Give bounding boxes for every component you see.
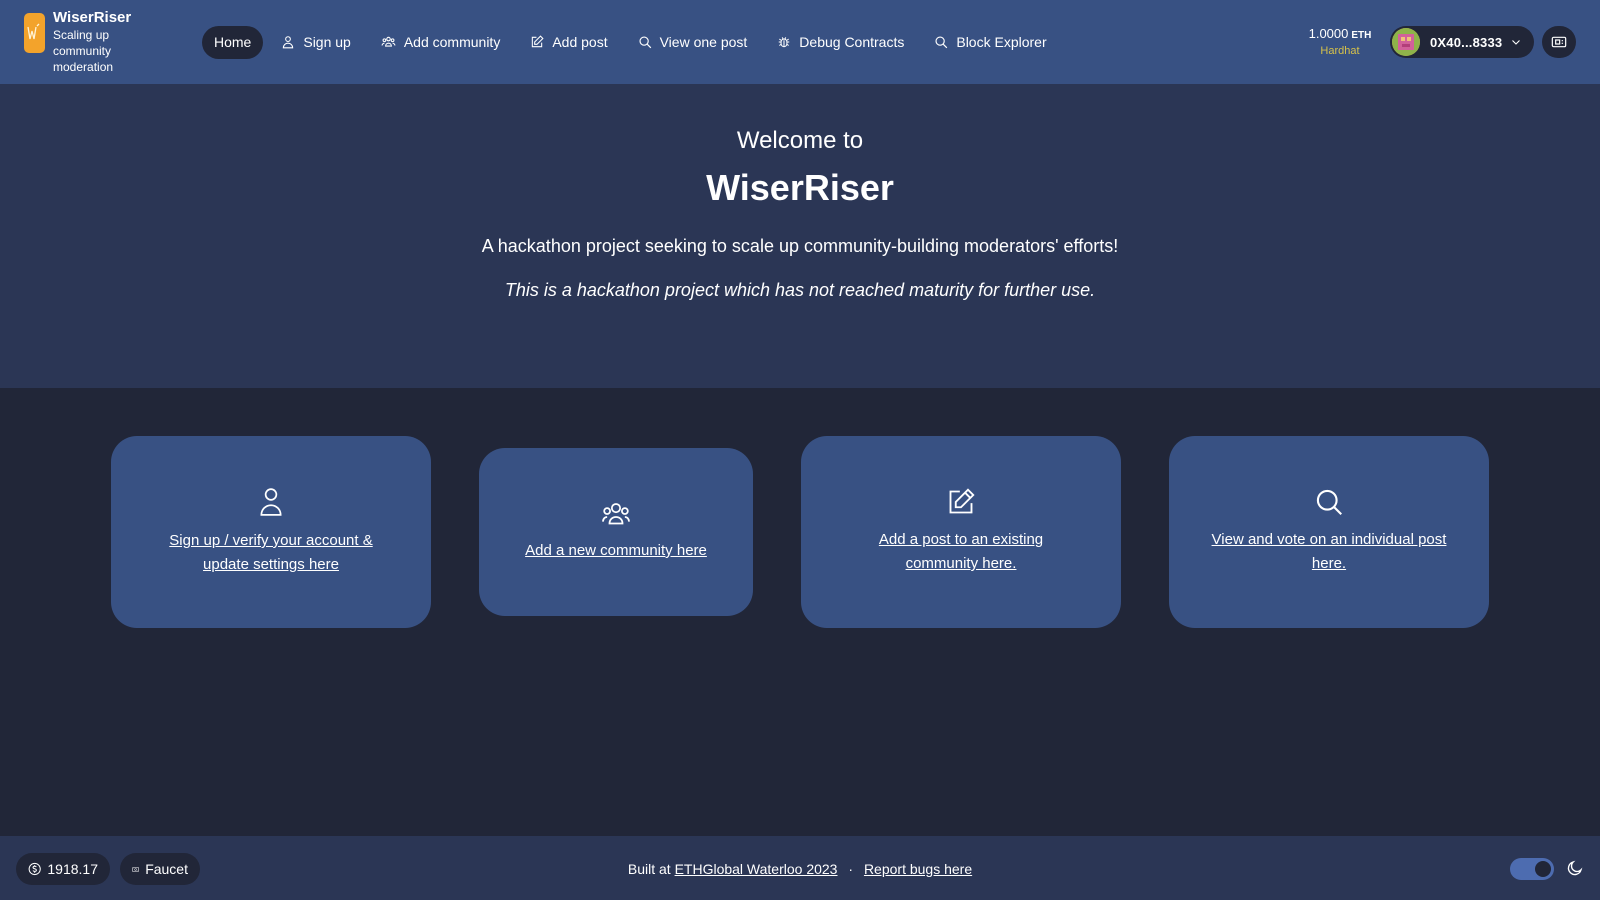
card-view-post[interactable]: View and vote on an individual post here…: [1169, 436, 1489, 628]
nav-add-community[interactable]: Add community: [369, 26, 512, 59]
main-nav: Home Sign up Add community Add post View…: [202, 25, 1065, 59]
edit-icon: [949, 488, 975, 514]
theme-toggle[interactable]: [1510, 858, 1554, 880]
hero-welcome: Welcome to: [736, 127, 864, 154]
brand-tagline: Scaling up community moderation: [53, 28, 114, 74]
user-icon: [260, 488, 282, 516]
chevron-down-icon: [1512, 40, 1521, 45]
footer-credits: Built at ETHGlobal Waterloo 2023 · Repor…: [0, 861, 1600, 877]
hero-note: This is a hackathon project which has no…: [504, 280, 1096, 300]
community-icon: [602, 503, 630, 525]
nav-add-post-label: Add post: [552, 34, 608, 50]
avatar: [1392, 28, 1420, 56]
bug-icon: [779, 37, 790, 48]
nav-sign-up-label: Sign up: [303, 34, 351, 50]
qr-code-button[interactable]: [1542, 26, 1576, 58]
nav-add-post[interactable]: Add post: [518, 26, 619, 59]
footer: 1918.17 Faucet Built at ETHGlobal Waterl…: [0, 836, 1600, 900]
ethglobal-link[interactable]: ETHGlobal Waterloo 2023: [675, 861, 838, 877]
balance-unit: ETH: [1351, 30, 1372, 41]
brand-name: WiserRiser: [53, 9, 132, 26]
moon-icon: [1567, 860, 1583, 876]
qr-code-icon: [1551, 36, 1567, 48]
card-add-post-link[interactable]: Add a post to an existing community here…: [841, 528, 1081, 576]
nav-block-explorer[interactable]: Block Explorer: [922, 26, 1058, 59]
search-icon: [935, 36, 948, 49]
top-navbar: WiserRiser Scaling up community moderati…: [0, 0, 1600, 84]
search-icon: [639, 36, 651, 49]
nav-home-label: Home: [214, 34, 252, 50]
hero-section: Welcome to WiserRiser A hackathon projec…: [0, 84, 1600, 388]
card-sign-up-link[interactable]: Sign up / verify your account & update s…: [151, 529, 391, 577]
footer-separator: ·: [848, 861, 854, 877]
wallet-account-button[interactable]: 0X40...8333: [1390, 26, 1534, 58]
eth-balance: 1.0000 ETH Hardhat: [1300, 26, 1380, 58]
toggle-knob: [1535, 861, 1551, 877]
community-icon: [381, 36, 396, 47]
wallet-address: 0X40...8333: [1430, 34, 1503, 50]
nav-debug-contracts[interactable]: Debug Contracts: [765, 26, 916, 59]
user-icon: [283, 36, 294, 49]
wiserriser-logo-icon: [24, 13, 45, 53]
balance-amount: 1.0000: [1308, 26, 1349, 41]
built-at-text: Built at: [627, 861, 671, 877]
nav-home[interactable]: Home: [202, 25, 264, 59]
nav-sign-up[interactable]: Sign up: [269, 26, 362, 59]
nav-block-explorer-label: Block Explorer: [956, 34, 1047, 50]
card-view-post-link[interactable]: View and vote on an individual post here…: [1209, 528, 1449, 576]
nav-debug-contracts-label: Debug Contracts: [799, 34, 905, 50]
nav-view-one-post-label: View one post: [659, 34, 748, 50]
card-sign-up[interactable]: Sign up / verify your account & update s…: [111, 436, 431, 628]
card-add-community-link[interactable]: Add a new community here: [496, 539, 736, 563]
card-add-post[interactable]: Add a post to an existing community here…: [801, 436, 1121, 628]
network-name: Hardhat: [1320, 45, 1360, 57]
brand[interactable]: WiserRiser Scaling up community moderati…: [24, 9, 174, 75]
nav-add-community-label: Add community: [403, 34, 501, 50]
card-add-community[interactable]: Add a new community here: [479, 448, 753, 616]
report-bugs-link[interactable]: Report bugs here: [864, 861, 972, 877]
edit-icon: [532, 35, 544, 48]
hero-title: WiserRiser: [706, 167, 894, 208]
search-icon: [1316, 489, 1342, 515]
nav-view-one-post[interactable]: View one post: [626, 26, 760, 59]
hero-description: A hackathon project seeking to scale up …: [481, 236, 1119, 256]
